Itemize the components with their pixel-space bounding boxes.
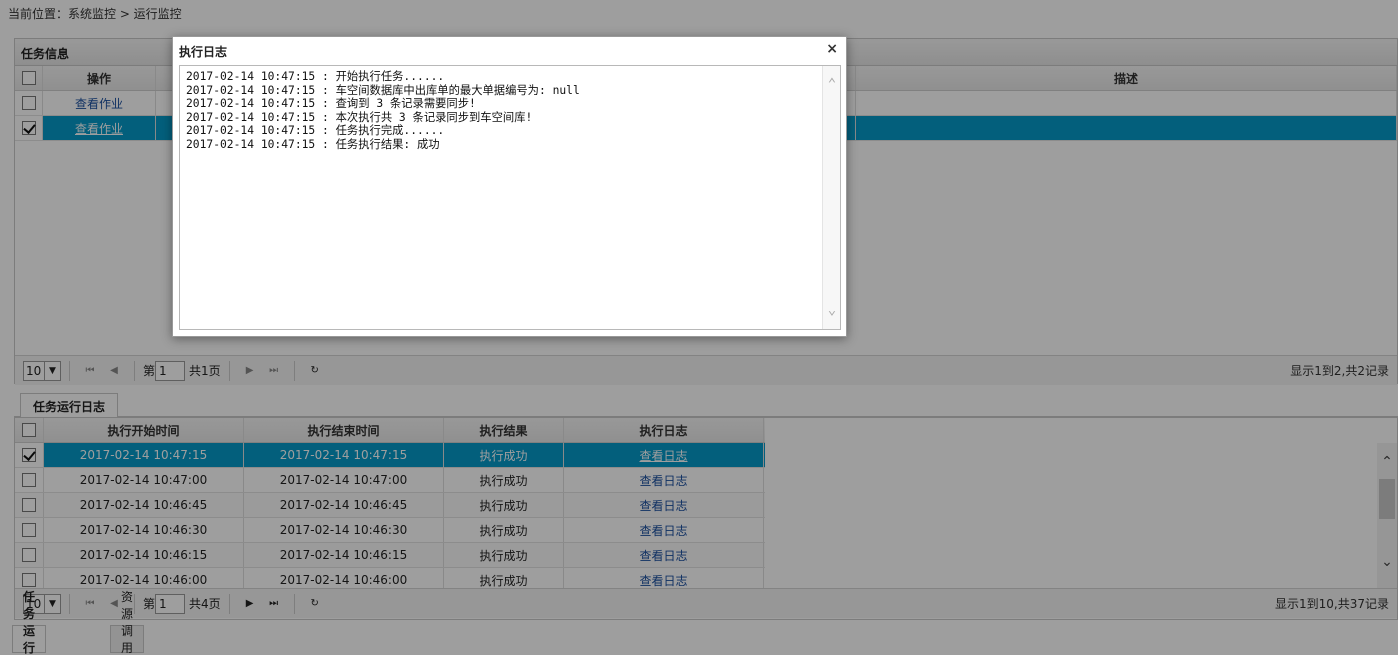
log-textarea-scrollbar[interactable]: ⌃ ⌄: [822, 66, 840, 329]
dialog-title-text: 执行日志: [179, 45, 228, 59]
execution-log-dialog: 执行日志 × 2017-02-14 10:47:15 : 开始执行任务.....…: [172, 36, 847, 337]
log-line: 2017-02-14 10:47:15 : 任务执行完成......: [186, 124, 445, 137]
chevron-down-icon[interactable]: ⌄: [823, 303, 841, 318]
dialog-title: 执行日志 ×: [173, 37, 846, 63]
log-line: 2017-02-14 10:47:15 : 车空间数据库中出库单的最大单据编号为…: [186, 83, 580, 97]
close-icon[interactable]: ×: [826, 41, 838, 57]
log-line: 2017-02-14 10:47:15 : 任务执行结果: 成功: [186, 137, 440, 151]
log-line: 2017-02-14 10:47:15 : 本次执行共 3 条记录同步到车空间库…: [186, 110, 533, 124]
log-line: 2017-02-14 10:47:15 : 开始执行任务......: [186, 70, 445, 83]
chevron-up-icon[interactable]: ⌃: [823, 77, 841, 92]
log-textarea[interactable]: 2017-02-14 10:47:15 : 开始执行任务...... 2017-0…: [179, 65, 841, 330]
log-line: 2017-02-14 10:47:15 : 查询到 3 条记录需要同步!: [186, 97, 476, 110]
